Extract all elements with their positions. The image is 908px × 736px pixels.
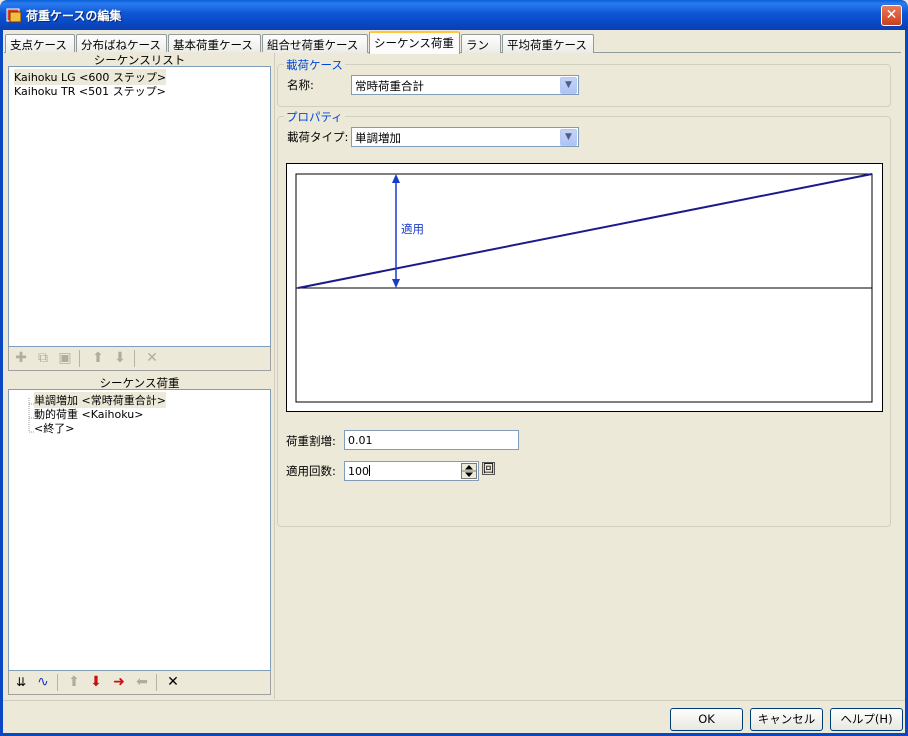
dynamic-load-icon[interactable]: ∿ [34, 674, 52, 691]
tab-combination-load-case[interactable]: 組合せ荷重ケース [262, 34, 368, 53]
apply-count-value: 100 [348, 465, 369, 478]
move-up-icon[interactable]: ⬆ [65, 674, 83, 691]
name-label: 名称: [287, 78, 314, 92]
load-increment-input[interactable]: 0.01 [344, 430, 519, 450]
diagram-ramp-line [297, 173, 873, 289]
sequence-load-header: シーケンス荷重 [8, 375, 271, 390]
sequence-list-toolbar: ✚ ⧉ ▣ ⬆ ⬇ ✕ [8, 347, 271, 371]
diagram-label: 適用 [401, 222, 424, 236]
tab-spring-case[interactable]: 分布ばねケース [76, 34, 167, 53]
sequence-list-header: シーケンスリスト [8, 52, 271, 67]
apply-count-spinner[interactable] [461, 463, 477, 479]
cancel-button[interactable]: キャンセル [750, 708, 823, 731]
window-title: 荷重ケースの編集 [26, 9, 122, 23]
toolbar-separator [57, 674, 58, 691]
toolbar-separator [79, 350, 80, 367]
sequence-load-tree[interactable]: 単調増加 <常時荷重合計> 動的荷重 <Kaihoku> <終了> [8, 389, 271, 671]
move-right-icon[interactable]: ➜ [110, 674, 128, 691]
sequence-list[interactable]: Kaihoku LG <600 ステップ> Kaihoku TR <501 ステ… [8, 66, 271, 347]
chevron-down-icon[interactable]: ▼ [560, 129, 577, 146]
tab-run[interactable]: ラン [461, 34, 501, 53]
apply-count-unit: 回 [482, 462, 495, 475]
properties-icon[interactable]: ▣ [56, 350, 74, 367]
load-case-group-title: 載荷ケース [284, 57, 345, 73]
load-increment-label: 荷重割増: [286, 434, 336, 448]
load-case-name-value: 常時荷重合計 [355, 79, 424, 93]
apply-count-label: 適用回数: [286, 464, 336, 478]
move-down-icon[interactable]: ⬇ [87, 674, 105, 691]
app-icon [6, 7, 22, 23]
arrow-up-icon [392, 174, 400, 183]
copy-icon[interactable]: ⧉ [34, 350, 52, 367]
chevron-down-icon[interactable]: ▼ [560, 77, 577, 94]
tab-basic-load-case[interactable]: 基本荷重ケース [168, 34, 261, 53]
toolbar-separator [134, 350, 135, 367]
tab-sequence-load[interactable]: シーケンス荷重 [369, 31, 460, 54]
sequence-load-toolbar: ⇊ ∿ ⬆ ⬇ ➜ ⬅ ✕ [8, 671, 271, 695]
apply-count-input[interactable]: 100 [344, 461, 479, 481]
load-type-label: 載荷タイプ: [287, 130, 349, 144]
toolbar-separator [156, 674, 157, 691]
list-item[interactable]: Kaihoku TR <501 ステップ> [14, 83, 166, 99]
move-down-icon[interactable]: ⬇ [111, 350, 129, 367]
ok-button[interactable]: OK [670, 708, 743, 731]
load-type-value: 単調増加 [355, 131, 401, 145]
delete-icon[interactable]: ✕ [164, 674, 182, 691]
tab-average-load-case[interactable]: 平均荷重ケース [502, 34, 594, 53]
load-diagram-drawing [295, 173, 873, 403]
load-case-name-select[interactable]: 常時荷重合計 ▼ [351, 75, 579, 95]
move-up-icon[interactable]: ⬆ [89, 350, 107, 367]
help-button[interactable]: ヘルプ(H) [830, 708, 903, 731]
title-bar [0, 0, 908, 30]
tree-item[interactable]: <終了> [34, 420, 74, 436]
bottom-separator [3, 700, 905, 701]
move-left-icon[interactable]: ⬅ [133, 674, 151, 691]
delete-icon[interactable]: ✕ [143, 350, 161, 367]
monotonic-load-icon[interactable]: ⇊ [12, 674, 30, 691]
add-icon[interactable]: ✚ [12, 350, 30, 367]
tab-support-case[interactable]: 支点ケース [5, 34, 75, 53]
properties-group-title: プロパティ [284, 109, 345, 125]
arrow-down-icon [392, 279, 400, 288]
load-type-select[interactable]: 単調増加 ▼ [351, 127, 579, 147]
close-button[interactable]: ✕ [881, 5, 902, 26]
window-frame-left [0, 30, 3, 736]
